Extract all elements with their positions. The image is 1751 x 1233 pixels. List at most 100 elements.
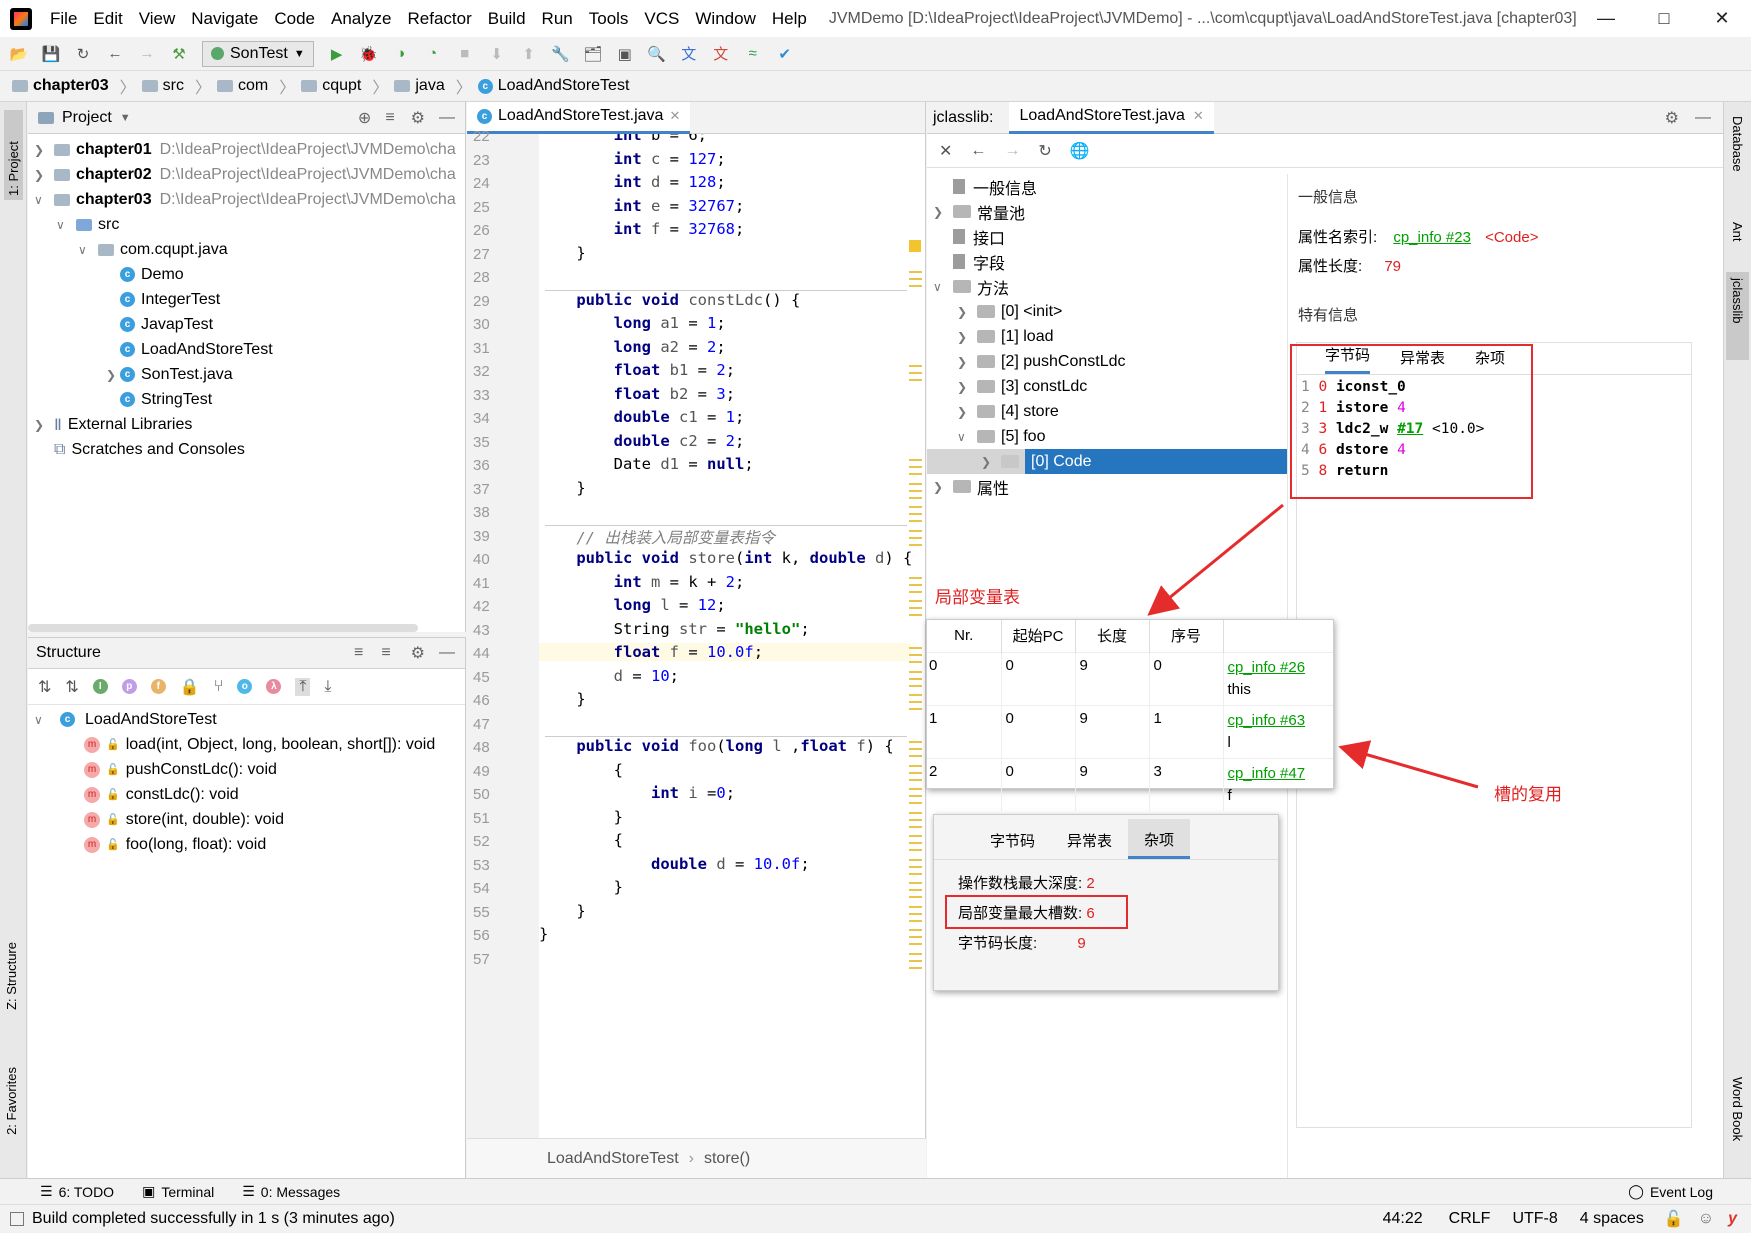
- structure-root[interactable]: ∨ c LoadAndStoreTest: [28, 707, 465, 732]
- jtree-methods[interactable]: ∨ 方法: [927, 274, 1287, 299]
- error-stripe-mark[interactable]: [909, 513, 922, 515]
- menu-item[interactable]: File: [50, 9, 77, 28]
- maximize-button[interactable]: □: [1635, 0, 1693, 37]
- error-stripe-mark[interactable]: [909, 818, 922, 821]
- error-stripe-mark[interactable]: [909, 489, 922, 492]
- terminal-icon[interactable]: ▣: [616, 45, 634, 63]
- tree-item-javaptest[interactable]: c JavapTest: [28, 312, 465, 337]
- error-stripe-mark[interactable]: [909, 614, 922, 616]
- line-separator[interactable]: CRLF: [1449, 1210, 1491, 1228]
- menu-item[interactable]: Navigate: [191, 9, 258, 28]
- error-stripe-mark[interactable]: [909, 701, 922, 703]
- menu-item[interactable]: VCS: [644, 9, 679, 28]
- close-icon[interactable]: ✕: [939, 141, 952, 161]
- error-stripe-mark[interactable]: [909, 496, 922, 499]
- breadcrumb-src[interactable]: src 〉: [141, 74, 211, 98]
- jtree-constant-pool[interactable]: ❯ 常量池: [927, 199, 1287, 224]
- error-stripe-mark[interactable]: [909, 466, 922, 468]
- error-stripe-mark[interactable]: [909, 865, 922, 868]
- tree-item-chapter02[interactable]: ❯ chapter02 D:\IdeaProject\IdeaProject\JVM…: [28, 162, 465, 187]
- stop-icon[interactable]: ■: [456, 45, 474, 63]
- error-stripe-mark[interactable]: [909, 372, 922, 374]
- translate-icon[interactable]: 文: [680, 45, 698, 63]
- jtree-method-init[interactable]: ❯ [0] <init>: [927, 299, 1287, 324]
- tree-item-src[interactable]: ∨ src: [28, 212, 465, 237]
- run-config-select[interactable]: SonTest ▼: [202, 40, 314, 67]
- error-stripe-mark[interactable]: [909, 694, 922, 696]
- menu-item[interactable]: Build: [488, 9, 526, 28]
- error-stripe-mark[interactable]: [909, 882, 922, 884]
- save-icon[interactable]: 💾: [42, 45, 61, 63]
- lvt-row[interactable]: 2 0 9 3 cp_info #47 f: [927, 757, 1333, 811]
- error-stripe-mark[interactable]: [909, 684, 922, 687]
- tree-item-sontest[interactable]: ❯ c SonTest.java: [28, 362, 465, 387]
- menu-item[interactable]: Window: [695, 9, 755, 28]
- tree-item-package[interactable]: ∨ com.cqupt.java: [28, 237, 465, 262]
- error-stripe-mark[interactable]: [909, 459, 922, 461]
- structure-method[interactable]: m 🔓 foo(long, float): void: [28, 832, 465, 857]
- sync-icon[interactable]: ↻: [74, 45, 92, 63]
- error-stripe-mark[interactable]: [909, 607, 922, 609]
- name-index-link[interactable]: cp_info #23: [1393, 229, 1471, 246]
- code-area[interactable]: int b = 6; int c = 127; int d = 128; int…: [467, 134, 926, 1138]
- sort-alpha-icon[interactable]: ⇅: [38, 677, 51, 697]
- profile-icon[interactable]: ◔: [424, 45, 442, 63]
- error-stripe-mark[interactable]: [909, 576, 922, 579]
- structure-method[interactable]: m 🔓 store(int, double): void: [28, 807, 465, 832]
- run-icon[interactable]: ▶: [328, 45, 346, 63]
- jtree-method-constldc[interactable]: ❯ [3] constLdc: [927, 374, 1287, 399]
- error-stripe-mark[interactable]: [909, 778, 922, 781]
- error-stripe-mark[interactable]: [909, 849, 922, 851]
- lvt-row[interactable]: 0 0 9 0 cp_info #26 this: [927, 651, 1333, 705]
- tree-item-scratches[interactable]: ⧉ Scratches and Consoles: [28, 437, 465, 462]
- jtree-method-store[interactable]: ❯ [4] store: [927, 399, 1287, 424]
- gear-icon[interactable]: ⚙: [411, 643, 425, 663]
- collapse-all-icon[interactable]: ≡: [385, 109, 394, 127]
- error-stripe-mark[interactable]: [909, 271, 922, 273]
- menu-item[interactable]: Run: [542, 9, 573, 28]
- lvt-row[interactable]: 1 0 9 1 cp_info #63 l: [927, 704, 1333, 758]
- error-stripe-mark[interactable]: [909, 365, 922, 367]
- hide-icon[interactable]: —: [439, 644, 455, 662]
- gear-icon[interactable]: ⚙: [1665, 108, 1679, 128]
- minimize-button[interactable]: —: [1577, 0, 1635, 37]
- back-icon[interactable]: ←: [106, 45, 124, 63]
- error-stripe-mark[interactable]: [909, 905, 922, 908]
- translate-alt-icon[interactable]: 文: [712, 45, 730, 63]
- error-stripe-mark[interactable]: [909, 966, 922, 969]
- breadcrumb-class[interactable]: c LoadAndStoreTest: [477, 77, 629, 95]
- forward-icon[interactable]: →: [138, 45, 156, 63]
- plugin-y-icon[interactable]: y: [1728, 1210, 1737, 1228]
- error-stripe-mark[interactable]: [909, 661, 922, 663]
- favorites-tool-button[interactable]: 2: Favorites: [4, 1067, 19, 1135]
- lvt-header-index[interactable]: 序号: [1148, 620, 1223, 652]
- collapse-all-icon[interactable]: ≡: [381, 644, 390, 662]
- vcs-update-icon[interactable]: ⬇: [488, 45, 506, 63]
- inherited-icon[interactable]: I: [92, 679, 108, 694]
- horizontal-scrollbar[interactable]: [28, 624, 418, 632]
- error-stripe-mark[interactable]: [909, 677, 922, 680]
- lvt-header-start-pc[interactable]: 起始PC: [1000, 620, 1075, 652]
- error-stripe-mark[interactable]: [909, 647, 922, 649]
- error-stripe-mark[interactable]: [909, 600, 922, 602]
- status-message[interactable]: Build completed successfully in 1 s (3 m…: [32, 1210, 395, 1228]
- debug-icon[interactable]: 🐞: [359, 45, 378, 63]
- breadcrumb-com[interactable]: com 〉: [216, 74, 295, 98]
- lvt-header-nr[interactable]: Nr.: [927, 620, 1001, 652]
- error-stripe-mark[interactable]: [909, 959, 922, 962]
- messages-tool-button[interactable]: ☰ 0: Messages: [242, 1183, 340, 1200]
- error-stripe-mark[interactable]: [909, 936, 922, 938]
- tree-item-loadandstoretest[interactable]: c LoadAndStoreTest: [28, 337, 465, 362]
- close-icon[interactable]: ✕: [1193, 108, 1204, 124]
- check-icon[interactable]: ✔: [776, 45, 794, 63]
- caret-position[interactable]: 44:22: [1383, 1210, 1423, 1228]
- error-stripe-mark[interactable]: [909, 379, 922, 381]
- project-tool-button[interactable]: 1: Project: [4, 110, 23, 200]
- lvt-cp-link[interactable]: cp_info #47: [1228, 765, 1306, 782]
- error-stripe-mark[interactable]: [909, 529, 922, 532]
- lambdas-icon[interactable]: ⑂: [214, 678, 224, 696]
- lock-icon[interactable]: 🔓: [1664, 1209, 1684, 1229]
- lvt-header-length[interactable]: 长度: [1074, 620, 1149, 652]
- search-icon[interactable]: 🔍: [647, 45, 666, 63]
- terminal-tool-button[interactable]: ▣ Terminal: [142, 1183, 214, 1200]
